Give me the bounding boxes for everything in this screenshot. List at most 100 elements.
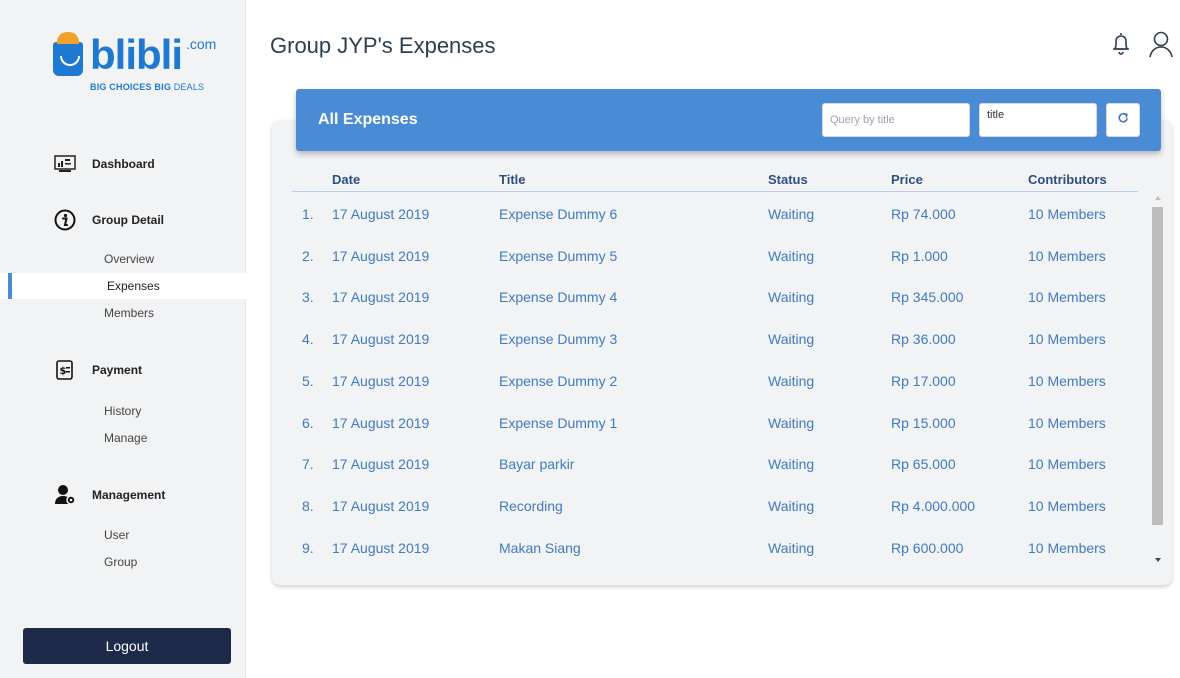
row-date: 17 August 2019: [332, 539, 430, 556]
expenses-table-body: 1. 17 August 2019 Expense Dummy 6 Waitin…: [292, 194, 1150, 574]
top-actions: [1110, 30, 1174, 63]
payment-icon: $: [54, 359, 76, 381]
expenses-card-header: All Expenses title: [296, 89, 1161, 151]
info-icon: [54, 209, 76, 231]
search-field-select[interactable]: title: [979, 103, 1097, 137]
scroll-thumb[interactable]: [1152, 207, 1163, 525]
table-row[interactable]: 3. 17 August 2019 Expense Dummy 4 Waitin…: [292, 277, 1150, 319]
row-contributors: 10 Members: [1028, 289, 1106, 306]
logout-button[interactable]: Logout: [23, 628, 231, 664]
row-price: Rp 36.000: [891, 331, 956, 348]
sidebar-item-dashboard[interactable]: Dashboard: [0, 150, 246, 178]
brand-logo[interactable]: blibli .com BIG CHOICES BIG DEALS: [48, 22, 218, 102]
row-index: 3.: [302, 289, 314, 306]
table-row[interactable]: 8. 17 August 2019 Recording Waiting Rp 4…: [292, 486, 1150, 528]
row-title[interactable]: Expense Dummy 5: [499, 248, 617, 264]
row-contributors: 10 Members: [1028, 539, 1106, 556]
table-scrollbar[interactable]: [1151, 194, 1164, 574]
table-row[interactable]: 2. 17 August 2019 Expense Dummy 5 Waitin…: [292, 236, 1150, 278]
sidebar-label-group-detail: Group Detail: [92, 213, 165, 227]
search-field-value: title: [987, 109, 1005, 121]
management-icon: [54, 484, 76, 506]
sidebar-label-payment: Payment: [92, 363, 143, 377]
row-index: 8.: [302, 497, 314, 514]
row-date: 17 August 2019: [332, 372, 430, 389]
row-date: 17 August 2019: [332, 497, 430, 514]
row-contributors: 10 Members: [1028, 247, 1106, 264]
sidebar-item-overview[interactable]: Overview: [0, 246, 246, 272]
scroll-up-arrow-icon[interactable]: [1155, 196, 1161, 200]
row-title[interactable]: Recording: [499, 498, 563, 514]
sidebar-item-payment[interactable]: $ Payment: [0, 356, 246, 384]
sidebar-item-history[interactable]: History: [0, 398, 246, 424]
sidebar-item-expenses[interactable]: Expenses: [0, 273, 246, 299]
brand-tagline: BIG CHOICES BIG DEALS: [90, 82, 205, 92]
table-row[interactable]: 9. 17 August 2019 Makan Siang Waiting Rp…: [292, 528, 1150, 570]
row-price: Rp 17.000: [891, 372, 956, 389]
row-index: 4.: [302, 331, 314, 348]
row-title[interactable]: Makan Siang: [499, 540, 581, 556]
active-indicator: [8, 273, 12, 299]
table-row[interactable]: 6. 17 August 2019 Expense Dummy 1 Waitin…: [292, 403, 1150, 445]
column-title[interactable]: Title: [499, 172, 526, 187]
row-contributors: 10 Members: [1028, 206, 1106, 222]
row-status: Waiting: [768, 456, 815, 473]
bell-icon[interactable]: [1110, 30, 1132, 63]
row-title[interactable]: Expense Dummy 2: [499, 373, 617, 389]
refresh-icon: [1117, 111, 1129, 129]
row-title[interactable]: Bayar parkir: [499, 456, 574, 472]
row-status: Waiting: [768, 331, 815, 348]
dashboard-icon: [54, 153, 76, 175]
row-status: Waiting: [768, 372, 815, 389]
row-title[interactable]: Expense Dummy 1: [499, 415, 617, 431]
brand-domain: .com: [186, 36, 217, 52]
row-title[interactable]: Expense Dummy 4: [499, 289, 617, 305]
row-contributors: 10 Members: [1028, 456, 1106, 473]
sidebar-item-members[interactable]: Members: [0, 300, 246, 326]
row-price: Rp 74.000: [891, 206, 956, 222]
sidebar-item-group-detail[interactable]: Group Detail: [0, 206, 246, 234]
row-title[interactable]: Expense Dummy 6: [499, 206, 617, 222]
sidebar-item-management[interactable]: Management: [0, 481, 246, 509]
row-index: 6.: [302, 414, 314, 431]
sidebar-item-user[interactable]: User: [0, 522, 246, 548]
column-contributors[interactable]: Contributors: [1028, 172, 1107, 187]
sidebar: blibli .com BIG CHOICES BIG DEALS Dashbo…: [0, 0, 246, 678]
shopping-bag-icon: [53, 32, 83, 76]
user-icon[interactable]: [1148, 30, 1174, 63]
row-status: Waiting: [768, 247, 815, 264]
table-row[interactable]: 1. 17 August 2019 Expense Dummy 6 Waitin…: [292, 194, 1150, 236]
sidebar-item-group[interactable]: Group: [0, 549, 246, 575]
table-row[interactable]: 4. 17 August 2019 Expense Dummy 3 Waitin…: [292, 319, 1150, 361]
row-date: 17 August 2019: [332, 247, 430, 264]
row-price: Rp 1.000: [891, 247, 948, 264]
row-date: 17 August 2019: [332, 289, 430, 306]
row-index: 9.: [302, 539, 314, 556]
row-title[interactable]: Expense Dummy 3: [499, 331, 617, 347]
row-status: Waiting: [768, 206, 815, 222]
row-date: 17 August 2019: [332, 206, 430, 222]
scroll-down-arrow-icon[interactable]: [1155, 558, 1161, 562]
column-price[interactable]: Price: [891, 172, 923, 187]
row-price: Rp 4.000.000: [891, 497, 976, 514]
row-price: Rp 600.000: [891, 539, 964, 556]
card-title: All Expenses: [318, 111, 418, 128]
brand-name: blibli: [90, 31, 183, 78]
column-date[interactable]: Date: [332, 172, 360, 187]
row-price: Rp 345.000: [891, 289, 964, 306]
search-input[interactable]: [822, 103, 970, 137]
table-row[interactable]: 7. 17 August 2019 Bayar parkir Waiting R…: [292, 444, 1150, 486]
row-status: Waiting: [768, 414, 815, 431]
row-date: 17 August 2019: [332, 456, 430, 473]
column-status[interactable]: Status: [768, 172, 808, 187]
table-row[interactable]: 5. 17 August 2019 Expense Dummy 2 Waitin…: [292, 361, 1150, 403]
table-header: Date Title Status Price Contributors: [292, 164, 1138, 192]
row-contributors: 10 Members: [1028, 331, 1106, 348]
row-status: Waiting: [768, 289, 815, 306]
sidebar-item-manage[interactable]: Manage: [0, 425, 246, 451]
refresh-button[interactable]: [1106, 103, 1140, 137]
row-contributors: 10 Members: [1028, 372, 1106, 389]
svg-text:$: $: [60, 366, 67, 377]
row-status: Waiting: [768, 539, 815, 556]
row-date: 17 August 2019: [332, 331, 430, 348]
